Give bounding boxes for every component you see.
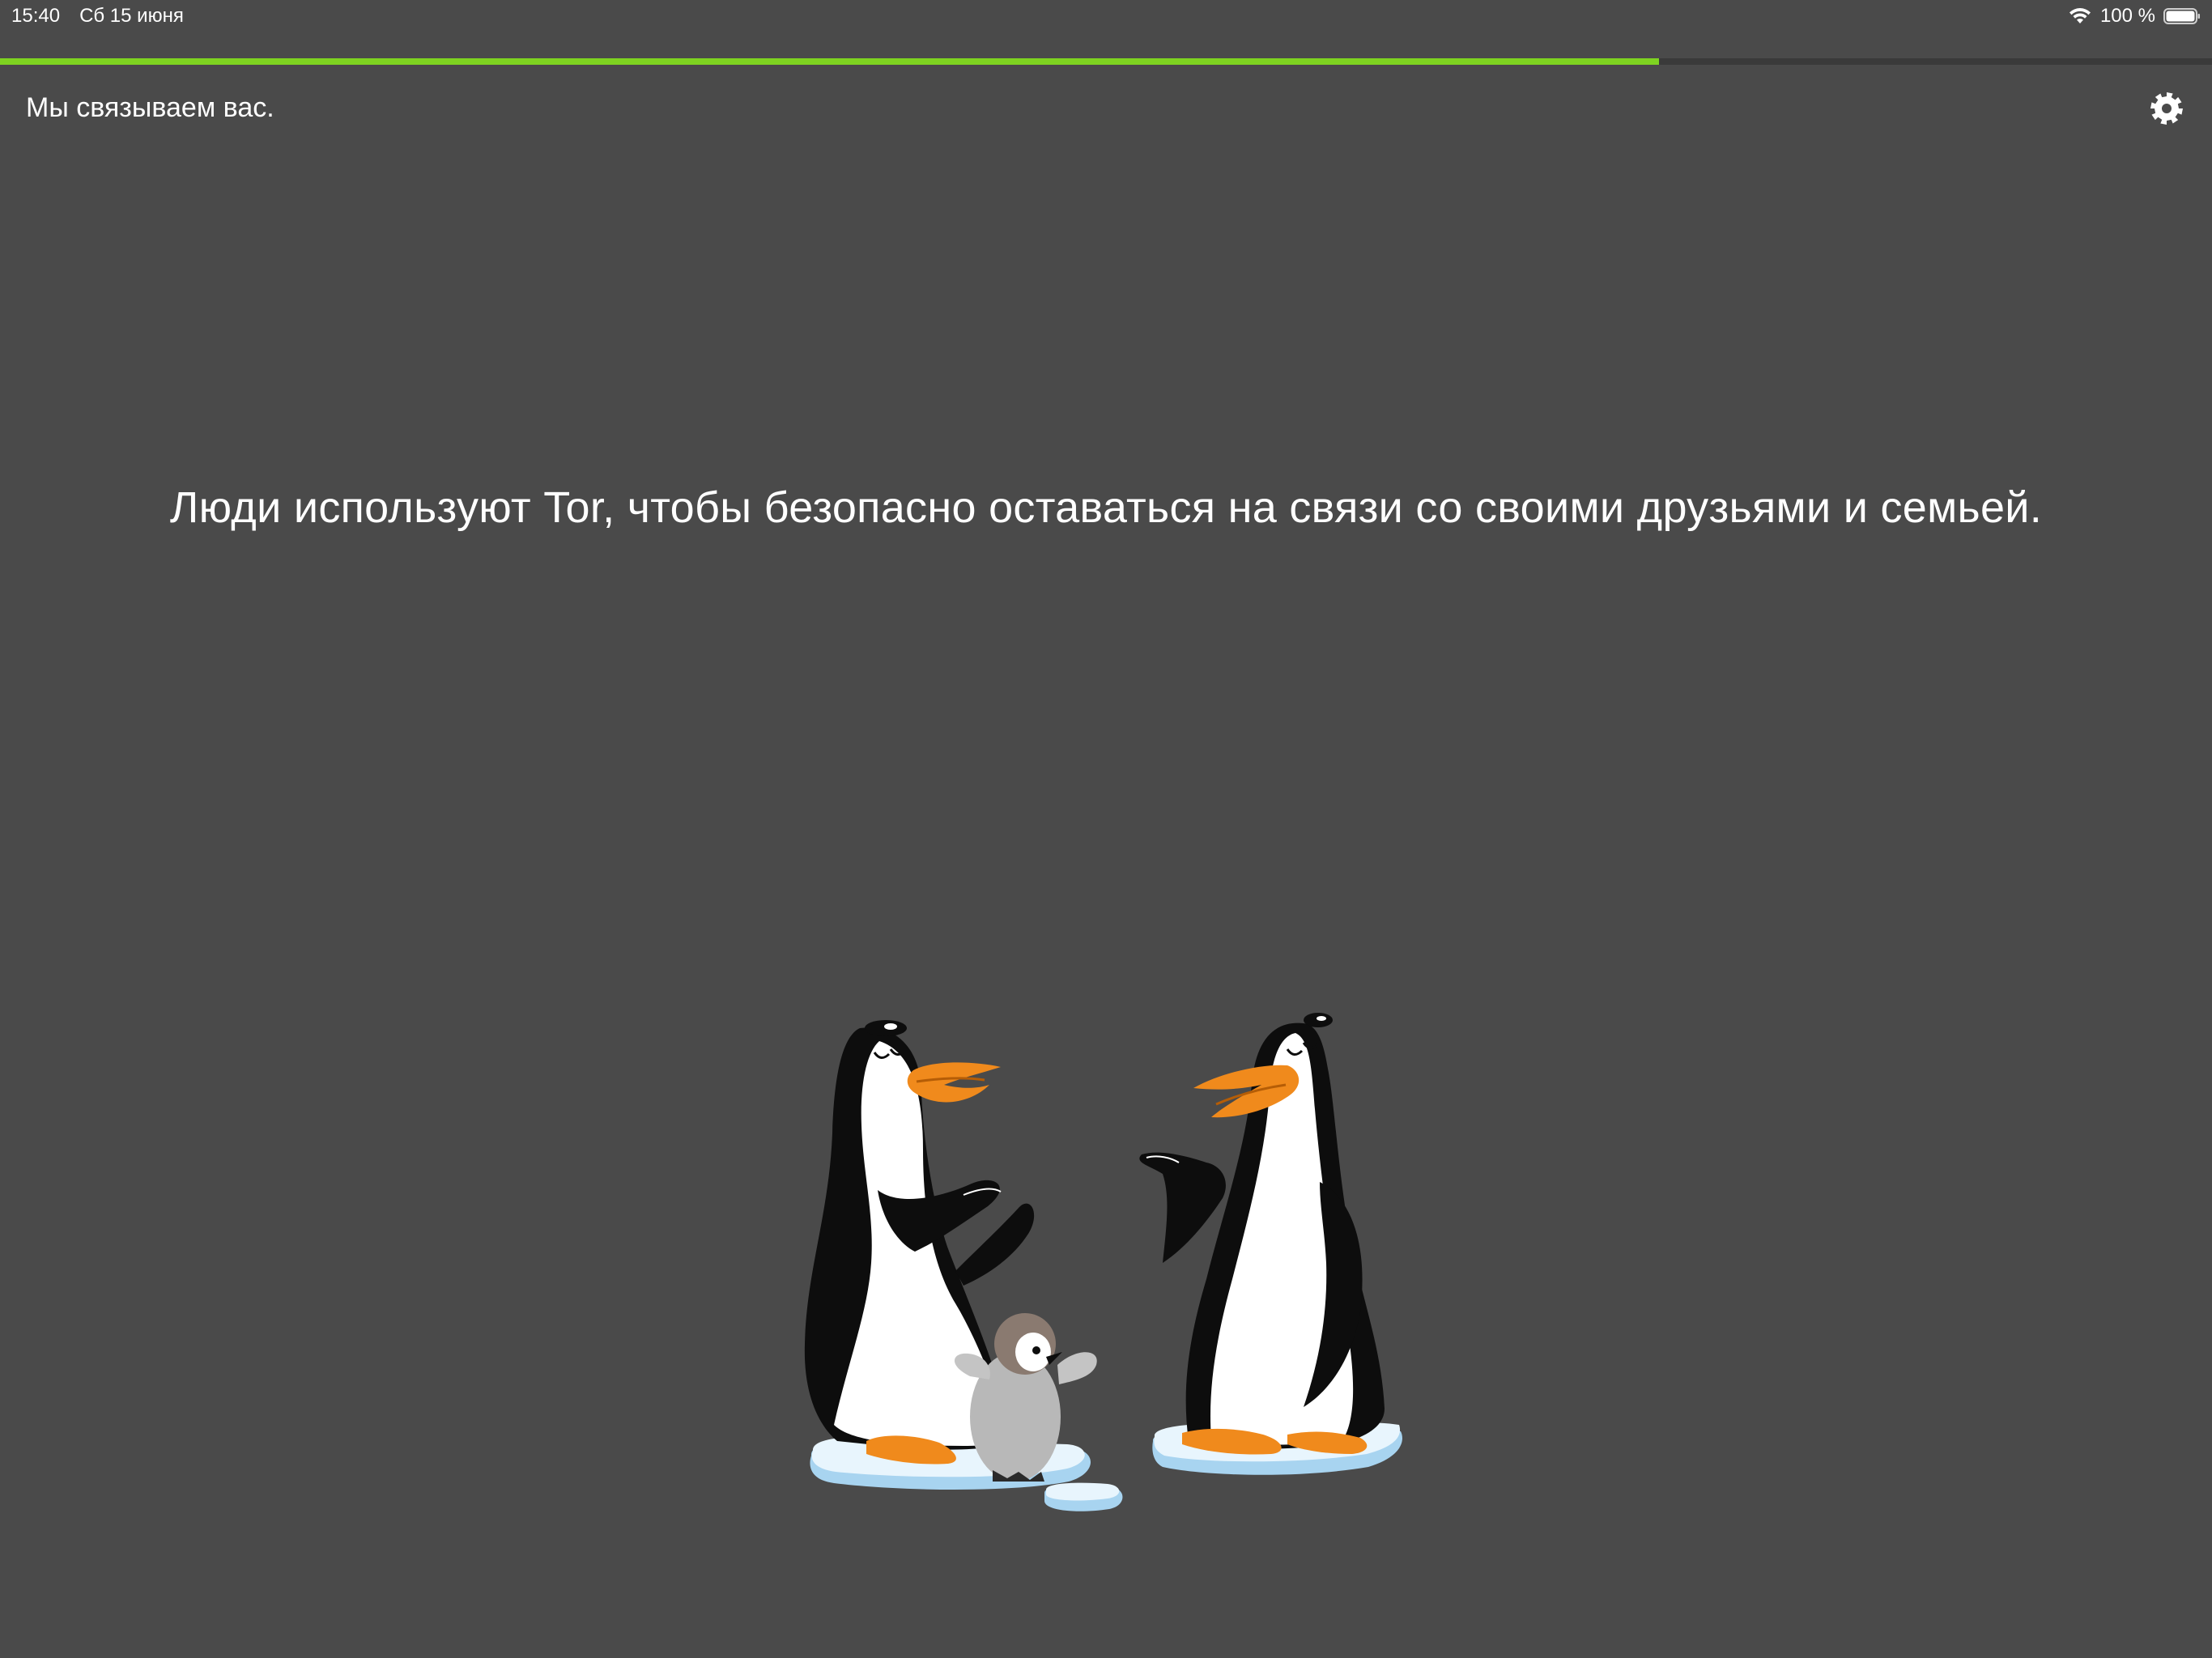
battery-icon [2163, 7, 2201, 25]
status-bar: 15:40 Сб 15 июня 100 % [0, 0, 2212, 36]
connection-status-title: Мы связываем вас. [26, 92, 274, 123]
connecting-screen: 15:40 Сб 15 июня 100 % Мы связываем вас.… [0, 0, 2212, 1658]
penguin-family-illustration [802, 1004, 1417, 1530]
status-bar-right: 100 % [2068, 5, 2201, 28]
settings-button[interactable] [2147, 89, 2186, 128]
status-bar-left: 15:40 Сб 15 июня [11, 5, 184, 28]
battery-percent: 100 % [2099, 5, 2155, 27]
gear-icon [2147, 92, 2186, 131]
connection-progress-bar [0, 58, 2212, 65]
status-time: 15:40 [11, 5, 61, 27]
right-penguin [1139, 1013, 1385, 1455]
status-date: Сб 15 июня [79, 5, 184, 27]
connection-progress-fill [0, 58, 1659, 65]
wifi-icon [2068, 7, 2092, 25]
ice-chunk [1044, 1482, 1123, 1511]
info-message: Люди используют Tor, чтобы безопасно ост… [169, 483, 2043, 532]
